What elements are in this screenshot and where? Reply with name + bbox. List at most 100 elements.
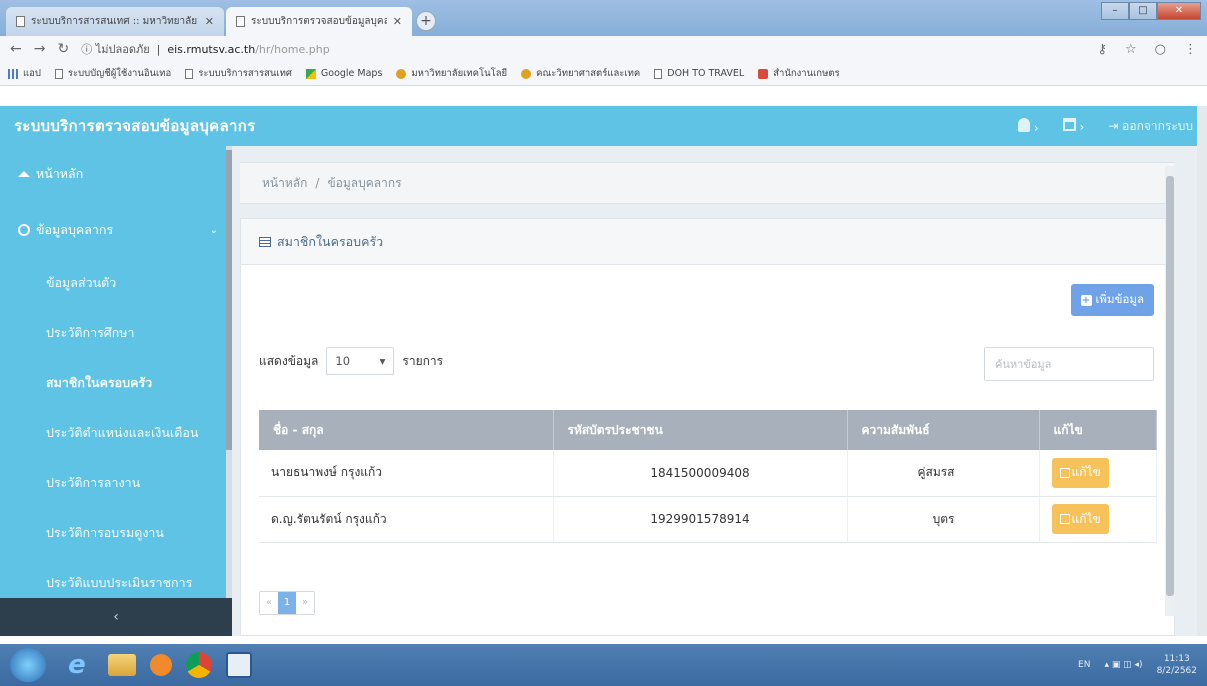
column-header-id[interactable]: รหัสบัตรประชาชน xyxy=(553,410,848,450)
bookmark-item[interactable]: ระบบบัญชีผู้ใช้งานอินเทอ xyxy=(54,66,171,81)
bookmark-label: มหาวิทยาลัยเทคโนโลยี xyxy=(411,68,508,79)
main-content: หน้าหลัก / ข้อมูลบุคลากร สมาชิกในครอบครั… xyxy=(232,146,1207,636)
clock[interactable]: 11:13 8/2/2562 xyxy=(1157,653,1197,677)
close-window-button[interactable]: ✕ xyxy=(1157,2,1201,20)
page-icon xyxy=(54,68,63,79)
maps-icon xyxy=(305,68,316,79)
sidebar-item-personnel[interactable]: ข้อมูลบุคลากร ⌄ xyxy=(0,202,232,258)
back-icon[interactable]: ← xyxy=(10,41,22,57)
red-square-icon xyxy=(758,68,769,79)
page-length-select[interactable]: 10 ▾ xyxy=(326,347,395,375)
info-icon: ⓘ xyxy=(81,43,93,56)
column-header-relation[interactable]: ความสัมพันธ์ xyxy=(847,410,1040,450)
chevron-left-icon: ‹ xyxy=(113,609,119,625)
add-data-button[interactable]: + เพิ่มข้อมูล xyxy=(1070,284,1154,316)
cell-name: นายธนาพงษ์ กรุงแก้ว xyxy=(259,450,554,497)
close-tab-icon[interactable]: ✕ xyxy=(205,15,214,28)
logout-link[interactable]: ⇥ ออกจากระบบ xyxy=(1108,117,1193,136)
url-field[interactable]: ⓘ ไม่ปลอดภัย | eis.rmutsv.ac.th/hr/home.… xyxy=(81,40,330,58)
media-player-icon[interactable] xyxy=(150,654,172,676)
length-value: 10 xyxy=(335,354,351,368)
browser-tab-2[interactable]: ระบบบริการตรวจสอบข้อมูลบุคลากร ✕ xyxy=(226,7,412,36)
window-controls: – □ ✕ xyxy=(1101,2,1201,20)
pagination-prev[interactable]: « xyxy=(260,592,278,614)
sidebar-item-label: หน้าหลัก xyxy=(36,166,84,181)
sidebar-collapse-button[interactable]: ‹ xyxy=(0,598,232,636)
family-panel: สมาชิกในครอบครัว + เพิ่มข้อมูล แสดงข้อมู… xyxy=(240,218,1175,636)
sidebar-item-education[interactable]: ประวัติการศึกษา xyxy=(0,308,232,358)
reload-icon[interactable]: ↻ xyxy=(57,41,69,57)
sidebar-item-label: ข้อมูลส่วนตัว xyxy=(46,275,117,290)
bookmarks-bar: แอป ระบบบัญชีผู้ใช้งานอินเทอ ระบบบริการส… xyxy=(0,62,1207,86)
bookmark-apps[interactable]: แอป xyxy=(8,66,41,81)
sidebar-item-label: ประวัติการอบรมดูงาน xyxy=(46,525,164,540)
column-header-name[interactable]: ชื่อ - สกุล xyxy=(259,410,554,450)
bookmark-item[interactable]: คณะวิทยาศาสตร์และเทค xyxy=(521,66,640,81)
new-tab-button[interactable]: + xyxy=(416,11,436,31)
sidebar-item-position-salary[interactable]: ประวัติตำแหน่งและเงินเดือน xyxy=(0,408,232,458)
system-tray: EN ▴ ▣ ◫ ◂) 11:13 8/2/2562 xyxy=(1078,653,1197,677)
pagination-page[interactable]: 1 xyxy=(278,592,296,614)
breadcrumb-separator: / xyxy=(315,176,320,190)
bookmark-star-icon[interactable]: ☆ xyxy=(1125,42,1137,57)
bookmark-item[interactable]: Google Maps xyxy=(305,68,382,79)
sign-out-icon: ⇥ xyxy=(1108,118,1119,133)
table-row: นายธนาพงษ์ กรุงแก้ว 1841500009408 คู่สมร… xyxy=(259,450,1157,497)
sidebar-item-label: ประวัติการลางาน xyxy=(46,475,141,490)
security-label: ไม่ปลอดภัย xyxy=(95,43,150,56)
file-explorer-icon[interactable] xyxy=(108,654,136,676)
language-indicator[interactable]: EN xyxy=(1078,660,1090,670)
sidebar-item-label: ข้อมูลบุคลากร xyxy=(36,222,114,237)
edit-button[interactable]: แก้ไข xyxy=(1051,504,1109,534)
menu-icon[interactable]: ⋮ xyxy=(1184,42,1197,57)
breadcrumb-home[interactable]: หน้าหลัก xyxy=(262,174,307,193)
rmut-icon xyxy=(521,68,532,79)
sidebar-item-training[interactable]: ประวัติการอบรมดูงาน xyxy=(0,508,232,558)
maximize-button[interactable]: □ xyxy=(1129,2,1157,20)
bookmark-label: แอป xyxy=(23,68,41,79)
internet-explorer-icon[interactable]: e xyxy=(60,648,94,682)
start-button[interactable] xyxy=(10,648,46,682)
bookmark-label: ระบบบริการสารสนเทศ xyxy=(198,68,292,79)
url-host: eis.rmutsv.ac.th xyxy=(167,43,256,56)
notification-menu[interactable]: › xyxy=(1018,117,1039,135)
content-scrollbar[interactable] xyxy=(1165,166,1175,616)
cell-id: 1929901578914 xyxy=(553,496,848,543)
chrome-icon[interactable] xyxy=(186,652,212,678)
page-length-control: แสดงข้อมูล 10 ▾ รายการ xyxy=(259,347,443,375)
bookmark-item[interactable]: DOH TO TRAVEL xyxy=(654,68,744,79)
browser-tab-1[interactable]: ระบบบริการสารสนเทศ :: มหาวิทยาลัย ✕ xyxy=(6,7,224,36)
cell-relation: คู่สมรส xyxy=(847,450,1040,497)
cell-edit: แก้ไข xyxy=(1039,496,1157,543)
calendar-icon xyxy=(1062,118,1076,131)
apps-grid-icon xyxy=(8,68,18,79)
edit-icon xyxy=(1059,514,1070,524)
table-header-row: ชื่อ - สกุล รหัสบัตรประชาชน ความสัมพันธ์… xyxy=(259,410,1157,450)
scrollbar-thumb[interactable] xyxy=(1166,176,1174,596)
word-icon[interactable] xyxy=(226,652,252,678)
close-tab-icon[interactable]: ✕ xyxy=(393,15,402,28)
bookmark-item[interactable]: มหาวิทยาลัยเทคโนโลยี xyxy=(396,66,507,81)
minimize-button[interactable]: – xyxy=(1101,2,1129,20)
family-table: ชื่อ - สกุล รหัสบัตรประชาชน ความสัมพันธ์… xyxy=(259,410,1157,543)
header-actions: › › ⇥ ออกจากระบบ xyxy=(1018,117,1193,136)
tray-icons[interactable]: ▴ ▣ ◫ ◂) xyxy=(1104,660,1142,670)
sidebar-item-family[interactable]: สมาชิกในครอบครัว xyxy=(0,358,232,408)
app-title[interactable]: ระบบบริการตรวจสอบข้อมูลบุคลากร xyxy=(14,114,255,138)
extension-icon[interactable]: ○ xyxy=(1155,42,1166,57)
page-icon xyxy=(654,68,663,79)
windows-taskbar: e EN ▴ ▣ ◫ ◂) 11:13 8/2/2562 xyxy=(0,644,1207,686)
edit-button[interactable]: แก้ไข xyxy=(1051,457,1109,488)
page-scrollbar[interactable] xyxy=(1197,106,1207,636)
bookmark-item[interactable]: ระบบบริการสารสนเทศ xyxy=(185,66,292,81)
bookmark-item[interactable]: สำนักงานเกษตร xyxy=(758,66,840,81)
forward-icon[interactable]: → xyxy=(34,41,46,57)
bookmark-label: DOH TO TRAVEL xyxy=(667,68,745,79)
key-icon[interactable]: ⚷ xyxy=(1097,42,1107,57)
sidebar-item-personal-info[interactable]: ข้อมูลส่วนตัว xyxy=(0,258,232,308)
pagination-next[interactable]: » xyxy=(296,592,314,614)
calendar-menu[interactable]: › xyxy=(1062,118,1084,134)
sidebar-item-home[interactable]: หน้าหลัก xyxy=(0,146,232,202)
search-input[interactable] xyxy=(984,347,1154,381)
sidebar-item-leave[interactable]: ประวัติการลางาน xyxy=(0,458,232,508)
